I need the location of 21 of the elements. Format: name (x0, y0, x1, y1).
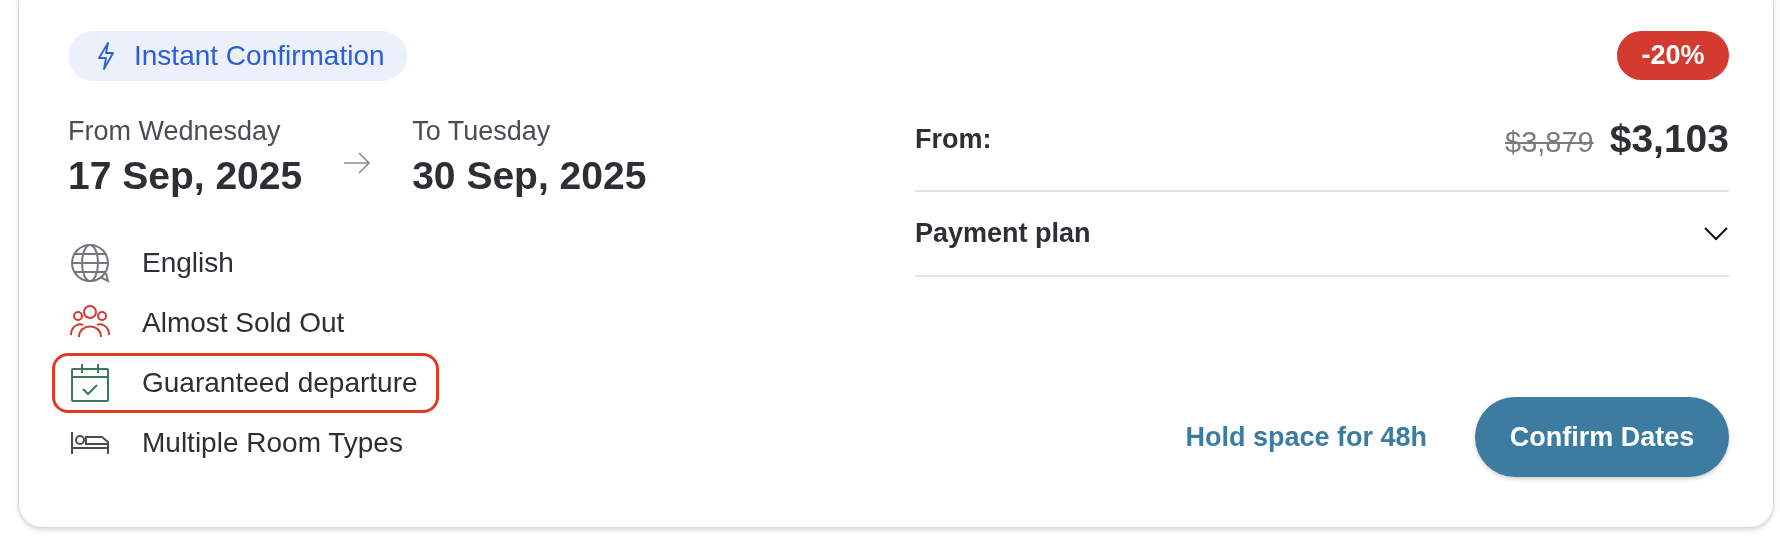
arrow-icon (342, 151, 373, 175)
payment-plan-toggle[interactable]: Payment plan (915, 192, 1729, 277)
hold-space-link[interactable]: Hold space for 48h (1185, 416, 1427, 458)
instant-confirmation-badge: Instant Confirmation (68, 31, 407, 81)
confirm-dates-button[interactable]: Confirm Dates (1475, 397, 1729, 477)
date-text: 30 Sep, 2025 (412, 153, 647, 199)
current-price: $3,103 (1609, 115, 1729, 162)
date-label: From Wednesday (68, 115, 282, 147)
bed-icon (70, 431, 110, 455)
old-price: $3,879 (1505, 124, 1594, 160)
feature-text: Guaranteed departure (142, 366, 418, 400)
feature-text: English (142, 246, 234, 280)
date-label: To Tuesday (412, 115, 552, 147)
price-label: From: (915, 122, 992, 156)
feature-text: Multiple Room Types (142, 426, 403, 460)
discount-badge: -20% (1617, 31, 1729, 80)
date-text: 17 Sep, 2025 (68, 153, 303, 199)
lightning-icon (96, 41, 116, 71)
calendar-check-icon (70, 363, 110, 403)
feature-text: Almost Sold Out (142, 306, 345, 340)
globe-icon (70, 243, 110, 283)
